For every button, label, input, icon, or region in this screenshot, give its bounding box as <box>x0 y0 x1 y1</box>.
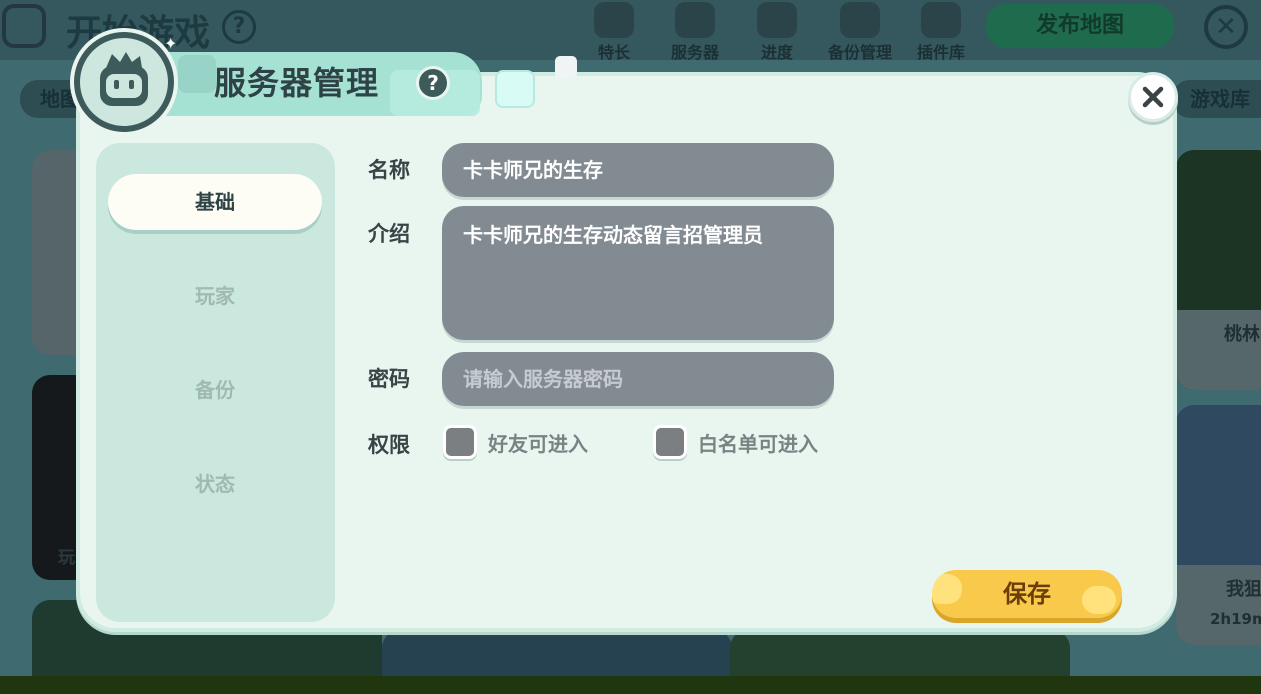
nav-progress: 进度 <box>741 2 813 63</box>
dialog-title: 服务器管理 <box>214 64 380 102</box>
save-button-decoration <box>1082 586 1116 614</box>
decoration-square <box>555 56 577 78</box>
password-field[interactable]: 请输入服务器密码 <box>442 352 834 406</box>
background-card-label: 我狙 <box>1226 579 1261 600</box>
background-card-label: 桃林 <box>1224 324 1260 345</box>
intro-textarea[interactable]: 卡卡师兄的生存动态留言招管理员 <box>442 206 834 340</box>
intro-label: 介绍 <box>368 222 410 246</box>
nav-backup-label: 备份管理 <box>827 43 892 62</box>
publish-map-button: 发布地图 <box>986 4 1174 48</box>
help-icon[interactable]: ? <box>416 66 450 100</box>
close-icon <box>1142 86 1164 108</box>
background-card: 我狙 2h19m <box>1176 405 1261 645</box>
password-label: 密码 <box>368 367 410 391</box>
nav-progress-label: 进度 <box>760 43 793 62</box>
permission-label: 权限 <box>368 433 410 457</box>
tab-basic[interactable]: 基础 <box>108 174 322 230</box>
close-button[interactable] <box>1128 72 1178 122</box>
tab-players[interactable]: 玩家 <box>108 268 322 324</box>
background-ground <box>0 676 1261 694</box>
background-card: 桃林 <box>1176 150 1261 390</box>
home-icon <box>2 4 46 48</box>
decoration-square <box>495 70 535 108</box>
nav-specialty: 特长 <box>578 2 650 63</box>
decoration-square <box>178 55 216 93</box>
server-icon <box>675 2 715 38</box>
tools-icon <box>921 2 961 38</box>
friends-checkbox[interactable] <box>443 425 477 459</box>
background-card-time: 2h19m <box>1210 610 1261 628</box>
name-label: 名称 <box>368 158 410 182</box>
sidebar: 基础 玩家 备份 状态 <box>96 143 335 622</box>
specialty-icon <box>594 2 634 38</box>
friends-checkbox-label[interactable]: 好友可进入 <box>488 428 588 457</box>
nav-plugins-label: 插件库 <box>916 43 965 62</box>
nav-plugins: 插件库 <box>905 2 977 63</box>
whitelist-checkbox[interactable] <box>653 425 687 459</box>
background-card-label: 玩 <box>58 548 75 568</box>
backup-icon <box>840 2 880 38</box>
background-tab-library: 游戏库 <box>1172 80 1261 118</box>
tab-status[interactable]: 状态 <box>108 456 322 512</box>
save-button-label: 保存 <box>1003 580 1051 608</box>
background-close-icon: ✕ <box>1204 5 1248 49</box>
nav-backup: 备份管理 <box>822 2 898 63</box>
progress-icon <box>757 2 797 38</box>
nav-server: 服务器 <box>659 2 731 63</box>
save-button-decoration <box>932 574 962 604</box>
nav-server-label: 服务器 <box>670 43 719 62</box>
mascot-avatar-icon <box>74 32 174 132</box>
background-help-icon: ? <box>222 10 256 44</box>
tab-backup[interactable]: 备份 <box>108 362 322 418</box>
nav-specialty-label: 特长 <box>597 43 630 62</box>
sparkle-icon: ✦ <box>164 34 178 53</box>
name-field[interactable]: 卡卡师兄的生存 <box>442 143 834 197</box>
whitelist-checkbox-label[interactable]: 白名单可进入 <box>698 428 818 457</box>
save-button[interactable]: 保存 <box>932 570 1122 618</box>
